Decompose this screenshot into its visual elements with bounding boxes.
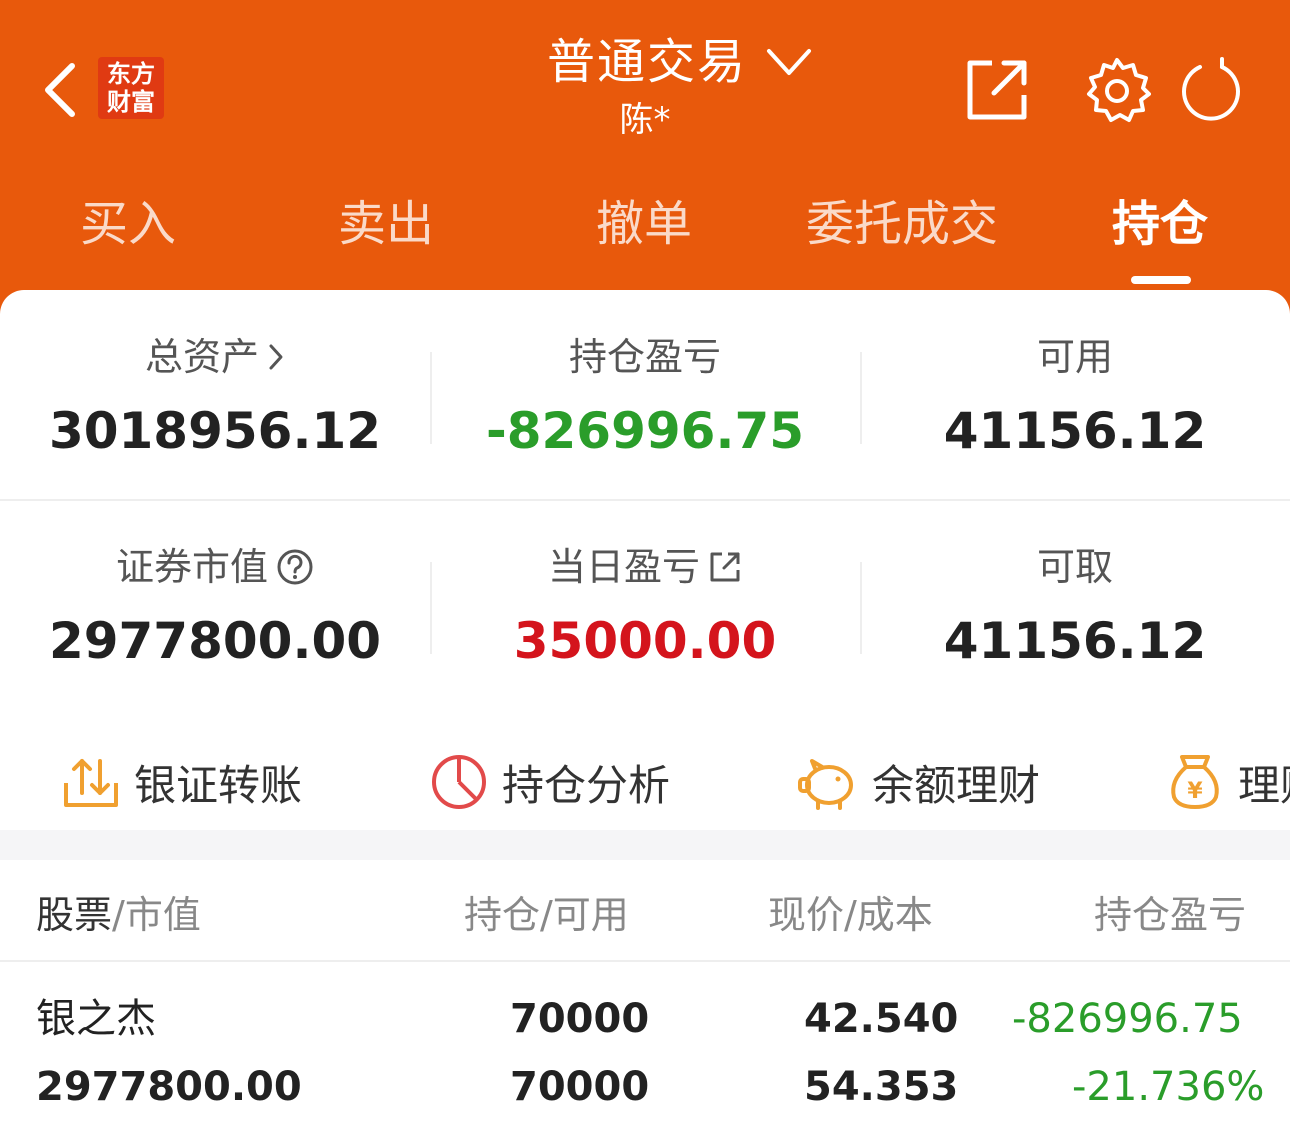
- stat-label: 证券市值: [115, 545, 268, 589]
- stat-available: 可用 41156.12: [860, 332, 1290, 464]
- tab-orders-trades[interactable]: 委托成交: [782, 192, 1022, 256]
- transfer-icon: [64, 759, 118, 807]
- external-link-icon: [710, 552, 740, 582]
- divider: [0, 960, 1290, 962]
- stat-total-assets[interactable]: 总资产 3018956.12: [0, 332, 430, 464]
- account-type-selector[interactable]: 普通交易: [547, 30, 813, 94]
- column-header-stock: 股票/市值: [36, 893, 201, 937]
- stat-label: 总资产: [144, 335, 259, 379]
- stat-position-pl: 持仓盈亏 -826996.75: [430, 332, 860, 464]
- tab-sell[interactable]: 卖出: [266, 192, 506, 256]
- cost-price: 54.353: [804, 1064, 959, 1110]
- stat-label: 可用: [1036, 335, 1113, 379]
- quick-action-balance-finance[interactable]: 余额理财: [798, 742, 1040, 822]
- refresh-icon: [1182, 57, 1240, 121]
- stat-value: 2977800.00: [48, 612, 382, 670]
- stat-label: 持仓盈亏: [568, 335, 721, 379]
- share-button[interactable]: [962, 55, 1032, 125]
- tab-positions[interactable]: 持仓: [1040, 192, 1280, 256]
- stat-label: 可取: [1036, 545, 1113, 589]
- stat-daily-pl[interactable]: 当日盈亏 35000.00: [430, 542, 860, 674]
- stat-value: 35000.00: [513, 612, 777, 670]
- quick-action-position-analysis[interactable]: 持仓分析: [430, 742, 670, 822]
- tab-bar: 买入 卖出 撤单 委托成交 持仓: [0, 180, 1290, 284]
- tab-cancel-order[interactable]: 撤单: [524, 192, 764, 256]
- column-header-price: 现价/成本: [768, 893, 933, 937]
- gear-icon: [1087, 58, 1151, 122]
- chevron-right-icon: [269, 344, 283, 370]
- stock-name: 银之杰: [36, 996, 156, 1042]
- app-header: 东方 财富 普通交易 陈* 买入 卖出 撤单 委托成交 持仓: [0, 0, 1290, 330]
- page-title: 普通交易: [546, 34, 747, 90]
- section-separator: [0, 830, 1290, 860]
- active-tab-indicator: [1131, 276, 1191, 284]
- position-pl-value: -826996.75: [1012, 996, 1243, 1042]
- stat-value: 41156.12: [943, 612, 1207, 670]
- quick-action-label: 余额理财: [872, 760, 1041, 810]
- stat-value: -826996.75: [485, 402, 805, 460]
- stock-market-value: 2977800.00: [36, 1064, 302, 1110]
- tab-buy[interactable]: 买入: [8, 192, 248, 256]
- quick-action-label: 银证转账: [134, 760, 303, 810]
- pie-chart-icon: [432, 755, 486, 809]
- quick-action-label: 理财: [1238, 760, 1290, 810]
- share-external-icon: [967, 60, 1027, 120]
- refresh-button[interactable]: [1176, 55, 1246, 125]
- quick-action-bank-transfer[interactable]: 银证转账: [62, 742, 302, 822]
- piggy-bank-icon: [798, 759, 853, 810]
- current-price: 42.540: [804, 996, 959, 1042]
- quick-action-finance[interactable]: ¥ 理财: [1166, 742, 1290, 822]
- chevron-down-icon: [767, 49, 811, 75]
- available-qty: 70000: [510, 1064, 650, 1110]
- divider: [0, 499, 1290, 501]
- stat-withdrawable: 可取 41156.12: [860, 542, 1290, 674]
- svg-text:¥: ¥: [1187, 779, 1203, 804]
- settings-button[interactable]: [1082, 55, 1152, 125]
- help-icon[interactable]: [276, 548, 314, 586]
- stat-label: 当日盈亏: [547, 545, 700, 589]
- stat-value: 41156.12: [943, 402, 1207, 460]
- position-pl-percent: -21.736%: [1072, 1064, 1265, 1110]
- column-header-position: 持仓/可用: [464, 893, 629, 937]
- column-header-pl: 持仓盈亏: [1094, 893, 1247, 937]
- positions-panel: 总资产 3018956.12 持仓盈亏 -826996.75 可用 41156.…: [0, 290, 1290, 1137]
- stat-value: 3018956.12: [48, 402, 382, 460]
- money-bag-icon: ¥: [1171, 755, 1219, 809]
- quick-action-label: 持仓分析: [502, 760, 671, 810]
- stat-market-value: 证券市值 2977800.00: [0, 542, 430, 674]
- position-qty: 70000: [510, 996, 650, 1042]
